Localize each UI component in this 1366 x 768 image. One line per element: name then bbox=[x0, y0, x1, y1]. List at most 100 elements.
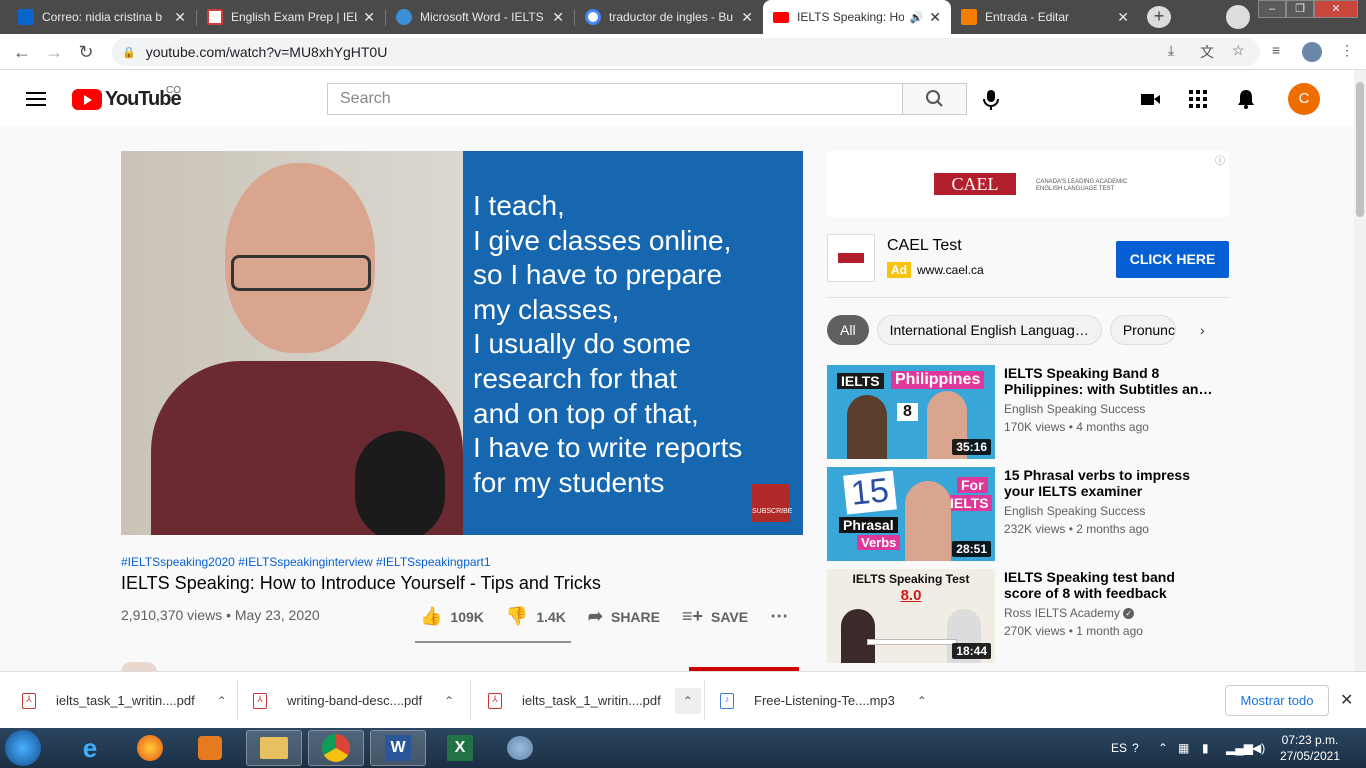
duration-badge: 28:51 bbox=[952, 541, 991, 557]
maximize-button[interactable]: ❐ bbox=[1286, 0, 1314, 18]
tab-blogger[interactable]: Entrada - Editar ✕ bbox=[951, 0, 1139, 34]
help-icon[interactable]: ? bbox=[1132, 728, 1139, 768]
recommendation-item[interactable]: 15 Phrasal Verbs For IELTS 28:51 15 Phra… bbox=[827, 467, 1227, 561]
hamburger-menu-icon[interactable] bbox=[26, 92, 46, 106]
window-close-button[interactable]: ✕ bbox=[1314, 0, 1358, 18]
language-indicator[interactable]: ES bbox=[1111, 728, 1127, 768]
recommendation-title[interactable]: IELTS Speaking Band 8 Philippines: with … bbox=[1004, 365, 1214, 397]
recommendation-channel[interactable]: Ross IELTS Academy ✓ bbox=[1004, 606, 1135, 620]
reload-button[interactable]: ↻ bbox=[73, 40, 99, 64]
chip-pronunciation[interactable]: Pronunc bbox=[1109, 315, 1176, 345]
user-avatar[interactable]: C bbox=[1288, 83, 1320, 115]
ad-title[interactable]: CAEL Test bbox=[887, 237, 962, 255]
menu-icon[interactable]: ⋮ bbox=[1340, 42, 1354, 59]
ad-banner[interactable] bbox=[827, 151, 1229, 217]
recommendation-item[interactable]: IELTS Philippines 8 35:16 IELTS Speaking… bbox=[827, 365, 1227, 459]
tab-google-search[interactable]: traductor de ingles - Bu ✕ bbox=[575, 0, 763, 34]
recommendation-channel[interactable]: English Speaking Success bbox=[1004, 504, 1145, 518]
video-thumbnail[interactable]: IELTS Speaking Test 8.0 18:44 bbox=[827, 569, 995, 663]
notifications-bell-icon[interactable] bbox=[1235, 88, 1257, 110]
youtube-logo[interactable]: YouTube bbox=[72, 88, 182, 111]
scrollbar-thumb[interactable] bbox=[1356, 82, 1364, 217]
firefox-icon[interactable] bbox=[122, 730, 178, 766]
power-icon[interactable]: ▮ bbox=[1202, 728, 1209, 768]
video-hashtags[interactable]: #IELTSspeaking2020 #IELTSspeakingintervi… bbox=[121, 555, 491, 569]
dislike-button[interactable]: 👎 1.4K bbox=[506, 606, 566, 627]
download-item[interactable]: ⅄ ielts_task_1_writin....pdf ⌃ bbox=[22, 672, 227, 729]
tab-word-doc[interactable]: Microsoft Word - IELTS ✕ bbox=[386, 0, 574, 34]
chip-all[interactable]: All bbox=[827, 315, 869, 345]
ad-info-icon[interactable]: ⓘ bbox=[1215, 152, 1225, 167]
speaker-icon[interactable]: 🔊 bbox=[910, 11, 924, 24]
video-player[interactable]: I teach, I give classes online, so I hav… bbox=[121, 151, 803, 535]
share-button[interactable]: ➦ SHARE bbox=[588, 606, 660, 627]
word-icon[interactable]: W bbox=[370, 730, 426, 766]
chevron-up-icon[interactable]: ⌃ bbox=[217, 694, 227, 708]
new-tab-button[interactable]: + bbox=[1147, 6, 1171, 28]
back-button[interactable]: ← bbox=[9, 40, 35, 64]
internet-explorer-icon[interactable]: e bbox=[62, 730, 118, 766]
tab-search-icon[interactable] bbox=[1226, 5, 1250, 29]
close-icon[interactable]: ✕ bbox=[741, 9, 753, 26]
signal-icon[interactable]: ▂▄▆ bbox=[1226, 728, 1253, 768]
recommendation-title[interactable]: IELTS Speaking test band score of 8 with… bbox=[1004, 569, 1214, 601]
network-icon[interactable]: ▦ bbox=[1178, 728, 1189, 768]
recommendation-channel[interactable]: English Speaking Success bbox=[1004, 402, 1145, 416]
chevron-up-icon[interactable]: ⌃ bbox=[674, 687, 701, 714]
lock-icon[interactable]: 🔒 bbox=[122, 46, 136, 59]
create-video-icon[interactable] bbox=[1139, 88, 1161, 110]
install-icon[interactable]: ⤓ bbox=[1168, 42, 1174, 59]
close-icon[interactable]: ✕ bbox=[1117, 9, 1129, 26]
bookmark-star-icon[interactable]: ☆ bbox=[1232, 42, 1245, 59]
media-control-icon[interactable]: ≡ bbox=[1272, 42, 1280, 58]
search-input[interactable]: Search bbox=[327, 83, 903, 115]
more-actions-button[interactable]: ⋯ bbox=[770, 606, 796, 627]
recommendation-item[interactable]: IELTS Speaking Test 8.0 18:44 IELTS Spea… bbox=[827, 569, 1227, 663]
close-icon[interactable]: ✕ bbox=[174, 9, 186, 26]
video-thumbnail[interactable]: IELTS Philippines 8 35:16 bbox=[827, 365, 995, 459]
media-player-icon[interactable] bbox=[182, 730, 238, 766]
page-scrollbar[interactable] bbox=[1354, 70, 1366, 671]
minimize-button[interactable]: – bbox=[1258, 0, 1286, 18]
forward-button[interactable]: → bbox=[41, 40, 67, 64]
volume-icon[interactable]: ◀) bbox=[1252, 728, 1265, 768]
system-clock[interactable]: 07:23 p.m. 27/05/2021 bbox=[1270, 732, 1350, 764]
subscribe-watermark[interactable]: SUBSCRIBE bbox=[752, 484, 792, 522]
chevron-right-icon[interactable]: › bbox=[1200, 322, 1205, 338]
ad-logo[interactable] bbox=[827, 234, 875, 282]
chevron-up-icon[interactable]: ⌃ bbox=[444, 694, 454, 708]
like-button[interactable]: 👍 109K bbox=[420, 606, 484, 627]
chrome-icon[interactable] bbox=[308, 730, 364, 766]
ad-click-here-button[interactable]: CLICK HERE bbox=[1116, 241, 1229, 278]
save-button[interactable]: ≡+ SAVE bbox=[682, 606, 748, 627]
tab-english-exam-prep[interactable]: English Exam Prep | IELT ✕ bbox=[197, 0, 385, 34]
ad-url: www.cael.ca bbox=[917, 263, 984, 277]
address-bar[interactable]: 🔒 youtube.com/watch?v=MU8xhYgHT0U bbox=[112, 38, 1260, 66]
close-icon[interactable]: ✕ bbox=[363, 9, 375, 26]
microphone-icon[interactable] bbox=[980, 88, 1002, 110]
file-explorer-icon[interactable] bbox=[246, 730, 302, 766]
chevron-up-icon[interactable]: ⌃ bbox=[917, 694, 927, 708]
chip-international-english[interactable]: International English Languag… bbox=[876, 315, 1102, 345]
show-all-downloads-button[interactable]: Mostrar todo bbox=[1225, 685, 1329, 716]
tab-outlook[interactable]: Correo: nidia cristina b ✕ bbox=[8, 0, 196, 34]
recommendation-title[interactable]: 15 Phrasal verbs to impress your IELTS e… bbox=[1004, 467, 1214, 499]
close-icon[interactable]: ✕ bbox=[552, 9, 564, 26]
start-button[interactable] bbox=[5, 730, 41, 766]
tab-youtube-active[interactable]: IELTS Speaking: Ho 🔊 ✕ bbox=[763, 0, 951, 34]
download-item[interactable]: ⅄ writing-band-desc....pdf ⌃ bbox=[253, 672, 454, 729]
like-ratio-bar bbox=[415, 641, 571, 643]
close-downloads-icon[interactable]: ✕ bbox=[1340, 690, 1353, 710]
search-button[interactable] bbox=[902, 83, 967, 115]
close-icon[interactable]: ✕ bbox=[929, 9, 941, 26]
paint-icon[interactable] bbox=[492, 730, 548, 766]
apps-grid-icon[interactable] bbox=[1187, 88, 1209, 110]
download-item[interactable]: ♪ Free-Listening-Te....mp3 ⌃ bbox=[720, 672, 927, 729]
video-thumbnail[interactable]: 15 Phrasal Verbs For IELTS 28:51 bbox=[827, 467, 995, 561]
translate-icon[interactable]: 文 bbox=[1200, 42, 1214, 62]
download-item[interactable]: ⅄ ielts_task_1_writin....pdf ⌃ bbox=[488, 672, 701, 729]
tray-expand-icon[interactable]: ⌃ bbox=[1158, 728, 1168, 768]
duration-badge: 35:16 bbox=[952, 439, 991, 455]
profile-avatar[interactable] bbox=[1302, 42, 1322, 62]
excel-icon[interactable]: X bbox=[432, 730, 488, 766]
